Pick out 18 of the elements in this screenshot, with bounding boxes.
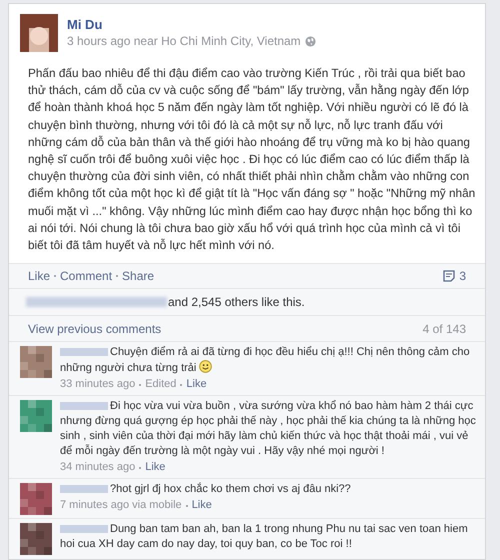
comment-text: Đi học vừa vui vừa buồn , vừa sướng vừa khổ nó bao hàm hàm 2 thái cực nhưng đừng quá gượng ép học phải thế này , học phải thế kia chúng ta là những học sinh , sinh viên của thời đại mới hãy làm chủ kiến thức và học thật thoải mái , vui vẻ để mỗi ngày đến trường là một ngày vui . Hãy vậy nhé mọi người ! [60, 399, 477, 460]
like-link[interactable]: Like [192, 498, 212, 514]
action-link[interactable]: Like [28, 267, 50, 286]
comment-meta: 7 minutes ago via mobile [60, 498, 182, 514]
view-previous-link[interactable]: View previous comments [28, 320, 162, 338]
author-name[interactable]: Mi Du [67, 16, 316, 33]
action-link[interactable]: Share [122, 267, 154, 286]
comment-meta: 34 minutes ago [60, 460, 136, 476]
like-link[interactable]: Like [145, 460, 166, 476]
comment-meta: Edited [145, 377, 176, 392]
comment-count: 3 [459, 268, 466, 286]
post-meta: 3 hours ago near Ho Chi Minh City, Vietnam [67, 33, 301, 49]
likes-summary: and 2,545 others like this. [168, 294, 305, 312]
like-link[interactable]: Like [186, 377, 207, 392]
comment-meta: 33 minutes ago [60, 377, 136, 392]
comment-range: 4 of 143 [422, 320, 466, 338]
action-link[interactable]: Comment [60, 267, 112, 286]
post-text: Phấn đấu bao nhiêu để thi đậu điểm cao vào trường Kiến Trúc , rồi trải qua biết bao thử thách, cám dỗ của cv và cuộc sống để "bám" lấy trường, vẫn hằng ngày đến lớp để hoàn thành khoá học 5 năm đến ngày làm tốt nghiệp. Với nhiều người có lẽ đó là chuyện bình thường, nhưng với tôi đó là cả một sự nỗ lực, nỗ lực tranh đấu với những cám dỗ của bản thân và thế giới hào nhoáng để trụ vững mà ko bị hào quang nghệ sĩ cuốn trôi để buông xuôi việc học . Đi học có lúc điểm cao có lúc điểm thấp là chuyện thường của đời sinh viên, có nhất thiết phải nhìn chằm chằm vào những con điểm không tốt của một học kì để giật tít là "Học vấn đáng sợ " hoặc "Những mỹ nhân muối mặt vì ..." không. Vậy những lúc mình điểm cao hay được nhận học bổng thì ko ai nói tới. Nói chung là tôi chưa bao giờ xấu hổ với quá trình học của mình cả vì tôi biết tôi đã tâm huyết và nỗ lực hết mình với nó. [27, 65, 476, 254]
